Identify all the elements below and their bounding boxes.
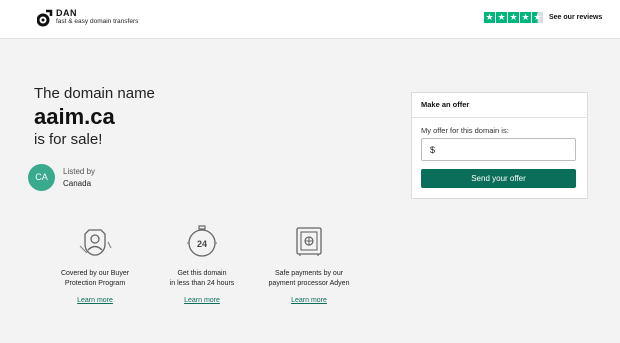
send-offer-button[interactable]: Send your offer <box>421 169 576 188</box>
domain-name: aaim.ca <box>34 104 115 129</box>
logo[interactable]: DAN fast & easy domain transfers <box>37 9 138 27</box>
offer-title: Make an offer <box>412 93 587 118</box>
learn-more-link[interactable]: Learn more <box>184 297 220 304</box>
brand-name: DAN <box>56 8 77 18</box>
star-icon: ★ <box>484 12 495 23</box>
hero-intro: The domain name <box>34 85 155 102</box>
trustpilot-widget[interactable]: ★ ★ ★ ★ ★ See our reviews <box>484 12 602 23</box>
offer-card: Make an offer My offer for this domain i… <box>411 92 588 199</box>
shield-person-icon <box>79 229 112 256</box>
star-icon: ★ <box>508 12 519 23</box>
rating-stars: ★ ★ ★ ★ ★ <box>484 12 544 23</box>
feature-text: Safe payments by our payment processor A… <box>268 270 350 287</box>
offer-label: My offer for this domain is: <box>421 126 509 135</box>
see-reviews-link[interactable]: See our reviews <box>549 14 602 21</box>
offer-amount-input[interactable]: $ <box>421 138 576 161</box>
hero-sale-text: is for sale! <box>34 131 103 148</box>
learn-more-link[interactable]: Learn more <box>77 297 113 304</box>
star-icon: ★ <box>520 12 531 23</box>
svg-text:24: 24 <box>197 239 207 249</box>
logo-icon <box>37 9 53 27</box>
currency-symbol: $ <box>430 145 436 155</box>
24-hours-icon: 24 <box>187 225 217 257</box>
listed-by-label: Listed by <box>63 167 96 176</box>
feature-safe-payments: Safe payments by our payment processor A… <box>244 222 374 307</box>
star-icon: ★ <box>496 12 507 23</box>
seller-country: Canada <box>63 179 92 188</box>
seller-avatar: CA <box>28 164 55 191</box>
learn-more-link[interactable]: Learn more <box>291 297 327 304</box>
half-star-icon: ★ <box>532 12 543 23</box>
safe-icon <box>296 227 322 256</box>
brand-tagline: fast & easy domain transfers <box>56 18 139 25</box>
top-bar: DAN fast & easy domain transfers ★ ★ ★ ★… <box>0 0 620 39</box>
